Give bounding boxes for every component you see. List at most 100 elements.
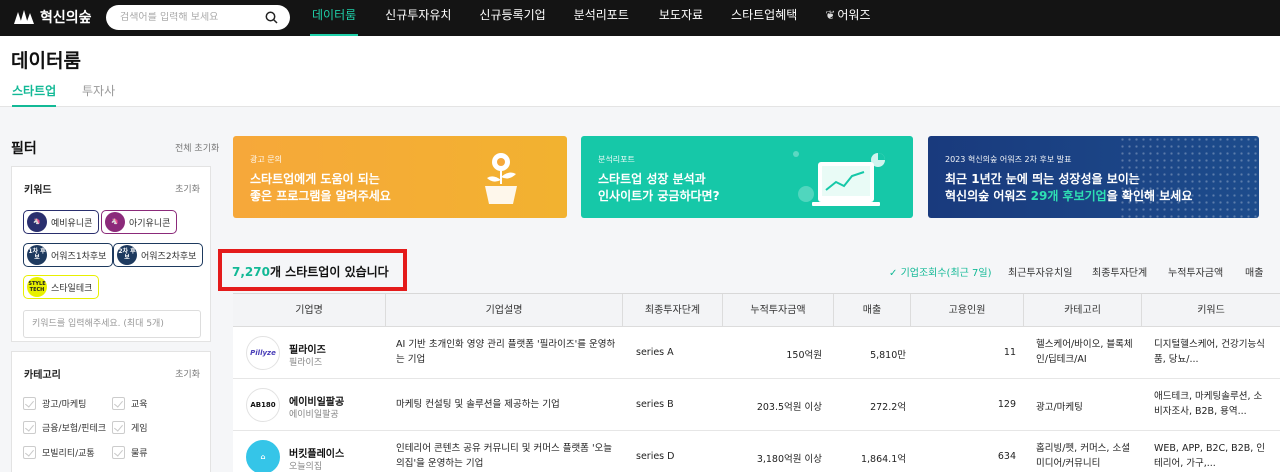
- keyword-chip-awards-2nd[interactable]: 2차 후보 어워즈2차후보: [113, 243, 204, 267]
- column-header-description[interactable]: 기업설명: [385, 294, 622, 327]
- column-header-total-investment[interactable]: 누적투자금액: [722, 294, 833, 327]
- employees: 129: [997, 399, 1016, 410]
- awards-1st-badge-icon: 1차 후보: [27, 245, 47, 265]
- column-header-category[interactable]: 카테고리: [1023, 294, 1141, 327]
- employees: 11: [1003, 347, 1016, 358]
- banner-line2: 인사이트가 궁금하다면?: [598, 189, 720, 203]
- company-brand: 에이비일팔공: [289, 410, 339, 420]
- column-header-keywords[interactable]: 키워드: [1141, 294, 1280, 327]
- banner-line1: 스타트업 성장 분석과: [598, 172, 706, 186]
- keyword-input[interactable]: [23, 310, 201, 338]
- company-logo: AB180: [246, 388, 280, 422]
- nav-item-new-companies[interactable]: 신규등록기업: [477, 0, 547, 36]
- total-investment: 203.5억원 이상: [756, 402, 822, 413]
- result-count-number: 7,270: [232, 265, 270, 279]
- checkbox[interactable]: [23, 421, 36, 434]
- company-name[interactable]: 에이비일팔공: [289, 393, 344, 408]
- company-name[interactable]: 필라이즈: [289, 341, 326, 356]
- keyword-chip-pre-unicorn[interactable]: 🦄 예비유니콘: [23, 210, 100, 234]
- column-header-revenue[interactable]: 매출: [833, 294, 910, 327]
- banner-line2-pre: 혁신의숲 어워즈: [945, 189, 1031, 203]
- sort-option-views[interactable]: ✓ 기업조회수(최근 7일): [889, 264, 992, 279]
- styletech-badge-icon: STYLE TECH: [27, 277, 47, 297]
- investment-stage: series A: [636, 347, 674, 358]
- checkbox-label: 게임: [131, 424, 148, 434]
- nav-item-awards[interactable]: ❦ 어워즈: [823, 0, 872, 36]
- banner-awards[interactable]: 2023 혁신의숲 어워즈 2차 후보 발표 최근 1년간 눈에 띄는 성장성을…: [928, 136, 1259, 218]
- category-checkbox-fintech[interactable]: 금융/보험/핀테크: [23, 421, 106, 434]
- chip-label: 스타일테크: [51, 283, 93, 294]
- sort-option-total-investment[interactable]: 누적투자금액: [1168, 264, 1223, 279]
- keywords: 애드테크, 마케팅솔루션, 소비자조사, B2B, 용역...: [1154, 391, 1263, 417]
- category-checkbox-game[interactable]: 게임: [112, 421, 148, 434]
- nav-item-benefits[interactable]: 스타트업혜택: [729, 0, 799, 36]
- tab-startup[interactable]: 스타트업: [12, 82, 57, 107]
- keyword-panel-title: 키워드: [24, 185, 52, 196]
- category-checkbox-logistics[interactable]: 물류: [112, 446, 148, 459]
- revenue: 1,864.1억: [860, 454, 906, 465]
- chip-label: 어워즈2차후보: [141, 251, 197, 262]
- column-header-employees[interactable]: 고용인원: [910, 294, 1023, 327]
- chip-label: 예비유니콘: [51, 218, 93, 229]
- category-checkbox-mobility[interactable]: 모빌리티/교통: [23, 446, 95, 459]
- category-checkbox-ad[interactable]: 광고/마케팅: [23, 397, 86, 410]
- tab-investor[interactable]: 투자사: [82, 82, 115, 105]
- search-icon[interactable]: [265, 11, 278, 24]
- search-input[interactable]: [120, 12, 260, 23]
- company-description: AI 기반 초개인화 영양 관리 플랫폼 '필라이즈'를 운영하는 기업: [396, 339, 616, 365]
- nav-item-dataroom[interactable]: 데이터룸: [310, 0, 359, 36]
- nav-item-awards-label: 어워즈: [837, 8, 871, 22]
- awards-2nd-badge-icon: 2차 후보: [117, 245, 137, 265]
- chip-label: 어워즈1차후보: [51, 251, 107, 262]
- keyword-reset-button[interactable]: 초기화: [175, 182, 200, 195]
- keyword-chip-awards-1st[interactable]: 1차 후보 어워즈1차후보: [23, 243, 114, 267]
- banner-line2-post: 을 확인해 보세요: [1106, 189, 1193, 203]
- company-description: 마케팅 컨설팅 및 솔루션을 제공하는 기업: [396, 399, 560, 410]
- filter-title: 필터: [11, 141, 37, 157]
- keyword-chip-baby-unicorn[interactable]: 🦄 아기유니콘: [101, 210, 178, 234]
- checkbox[interactable]: [112, 421, 125, 434]
- nav-item-new-investment[interactable]: 신규투자유치: [383, 0, 453, 36]
- laurel-icon: ❦: [825, 8, 836, 22]
- total-investment: 150억원: [786, 350, 822, 361]
- startup-table: 기업명 기업설명 최종투자단계 누적투자금액 매출 고용인원 카테고리 키워드 …: [233, 293, 1280, 472]
- revenue: 272.2억: [870, 402, 906, 413]
- checkbox-label: 물류: [131, 449, 148, 459]
- unicorn-icon: 🦄: [27, 212, 47, 232]
- category-reset-button[interactable]: 초기화: [175, 367, 200, 380]
- filter-reset-all-button[interactable]: 전체 초기화: [175, 141, 219, 154]
- checkbox[interactable]: [112, 446, 125, 459]
- company-brand: 오늘의집: [289, 462, 323, 472]
- sort-option-stage[interactable]: 최종투자단계: [1092, 264, 1147, 279]
- nav-item-press[interactable]: 보도자료: [657, 0, 705, 36]
- checkbox[interactable]: [112, 397, 125, 410]
- table-row[interactable]: AB180 에이비일팔공 에이비일팔공 마케팅 컨설팅 및 솔루션을 제공하는 …: [233, 379, 1280, 431]
- banner-line2-highlight: 29개 후보기업: [1030, 189, 1107, 203]
- category: 홈리빙/펫, 커머스, 소셜미디어/커뮤니티: [1036, 443, 1130, 469]
- main-nav: 데이터룸 신규투자유치 신규등록기업 분석리포트 보도자료 스타트업혜택 ❦ 어워…: [310, 0, 872, 36]
- column-header-stage[interactable]: 최종투자단계: [622, 294, 722, 327]
- banner-ad-inquiry[interactable]: 광고 문의 스타트업에게 도움이 되는 좋은 프로그램을 알려주세요: [233, 136, 567, 218]
- investment-stage: series D: [636, 451, 675, 462]
- keyword-chip-styletech[interactable]: STYLE TECH 스타일테크: [23, 275, 100, 299]
- banner-analysis-report[interactable]: 분석리포트 스타트업 성장 분석과 인사이트가 궁금하다면?: [581, 136, 913, 218]
- sort-option-recent-investment[interactable]: 최근투자유치일: [1008, 264, 1072, 279]
- sort-option-revenue[interactable]: 매출: [1245, 264, 1263, 279]
- checkbox[interactable]: [23, 397, 36, 410]
- table-header: 기업명 기업설명 최종투자단계 누적투자금액 매출 고용인원 카테고리 키워드: [233, 294, 1280, 327]
- logo-text: 혁신의숲: [40, 10, 92, 26]
- employees: 634: [997, 451, 1016, 462]
- column-header-company[interactable]: 기업명: [233, 294, 385, 327]
- site-logo[interactable]: 혁신의숲: [12, 7, 92, 27]
- chip-label: 아기유니콘: [129, 218, 171, 229]
- table-row[interactable]: ⌂ 버킷플레이스 오늘의집 인테리어 콘텐츠 공유 커뮤니티 및 커머스 플랫폼…: [233, 431, 1280, 472]
- table-row[interactable]: Pillyze 필라이즈 필라이즈 AI 기반 초개인화 영양 관리 플랫폼 '…: [233, 327, 1280, 379]
- company-name[interactable]: 버킷플레이스: [289, 445, 344, 460]
- company-description: 인테리어 콘텐츠 공유 커뮤니티 및 커머스 플랫폼 '오늘의집'을 운영하는 …: [396, 443, 613, 469]
- page-header: 데이터룸 스타트업 투자사: [0, 36, 1280, 107]
- keyword-filter-panel: 키워드 초기화 🦄 예비유니콘 🦄 아기유니콘 1차 후보 어워즈1차후보 2차…: [11, 166, 211, 342]
- checkbox[interactable]: [23, 446, 36, 459]
- nav-item-reports[interactable]: 분석리포트: [572, 0, 631, 36]
- category-checkbox-edu[interactable]: 교육: [112, 397, 148, 410]
- banner-line1: 스타트업에게 도움이 되는: [250, 172, 380, 186]
